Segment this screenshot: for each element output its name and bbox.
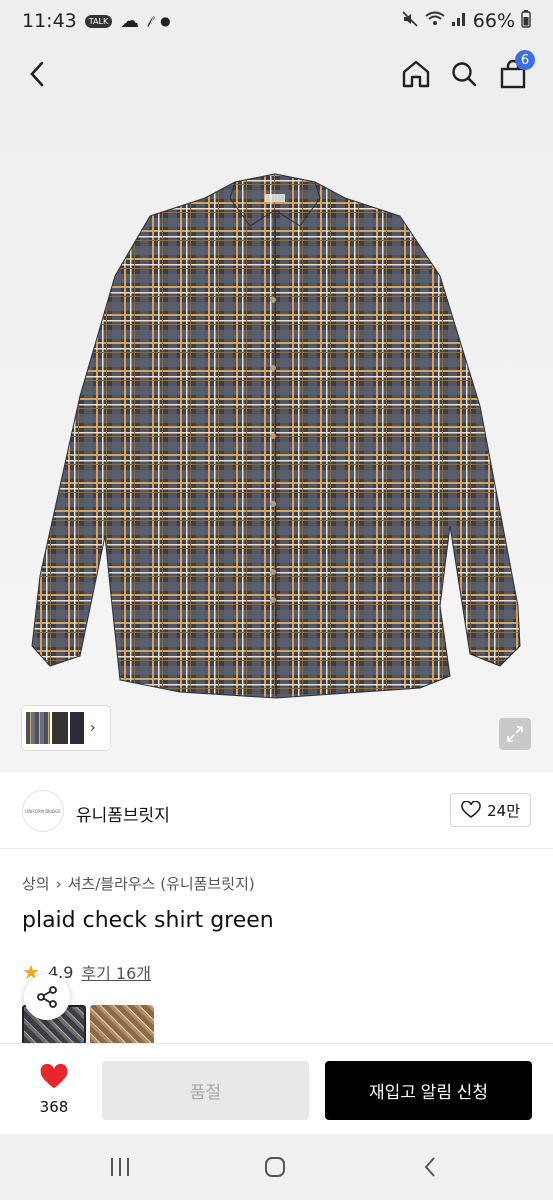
share-button[interactable] — [24, 974, 70, 1020]
cart-count-badge: 6 — [515, 50, 535, 70]
search-button[interactable] — [444, 54, 484, 94]
soldout-button[interactable]: 품절 — [102, 1061, 309, 1120]
home-button[interactable] — [396, 54, 436, 94]
heart-filled-icon — [40, 1063, 68, 1089]
wishlist-count: 368 — [39, 1098, 69, 1116]
back-button[interactable] — [18, 54, 58, 94]
brand-like-count: 24만 — [487, 801, 520, 820]
talk-notification-icon: TALK — [84, 14, 113, 28]
home-nav-button[interactable] — [255, 1152, 295, 1182]
plaid-shirt-image — [31, 173, 521, 699]
chevron-right-icon: › — [55, 874, 62, 893]
brand-like-button[interactable]: 24만 — [450, 793, 531, 827]
recent-apps-button[interactable] — [100, 1152, 140, 1182]
review-link[interactable]: 후기 16개 — [81, 960, 151, 984]
wifi-icon — [425, 10, 445, 32]
share-icon — [37, 986, 57, 1008]
variant-brown[interactable] — [90, 1005, 154, 1045]
brand-logo-text: UNIFORM BRIDGE — [25, 808, 61, 814]
back-nav-icon — [424, 1157, 435, 1177]
expand-icon — [507, 726, 523, 742]
brand-name[interactable]: 유니폼브릿지 — [76, 801, 170, 826]
chevron-left-icon — [30, 61, 44, 87]
status-time: 11:43 — [22, 10, 77, 32]
bottom-action-bar: 368 품절 재입고 알림 신청 — [0, 1043, 553, 1134]
search-icon — [452, 62, 477, 87]
cart-button[interactable]: 6 — [493, 50, 535, 94]
cloud-icon: ☁ — [120, 10, 140, 32]
breadcrumb-item-tops[interactable]: 상의 — [22, 873, 50, 894]
wishlist-button[interactable]: 368 — [28, 1063, 80, 1116]
expand-image-button[interactable] — [499, 718, 531, 750]
product-image-gallery[interactable]: › — [0, 106, 553, 773]
battery-level: 66% — [472, 10, 515, 32]
system-navigation-bar — [0, 1134, 553, 1200]
thumbnail-navy[interactable] — [70, 712, 84, 744]
home-nav-icon — [265, 1157, 285, 1177]
thumbnail-strip[interactable]: › — [22, 706, 110, 750]
status-bar: 11:43 TALK ☁ 𝒻 ● 66% — [0, 0, 553, 42]
heart-outline-icon — [461, 801, 481, 818]
restock-alert-button[interactable]: 재입고 알림 신청 — [325, 1061, 532, 1120]
battery-icon — [521, 9, 531, 33]
back-nav-button[interactable] — [410, 1152, 450, 1182]
breadcrumb-item-shirts[interactable]: 셔츠/블라우스 (유니폼브릿지) — [68, 873, 255, 894]
chevron-right-icon: › — [90, 720, 96, 736]
home-icon — [402, 60, 430, 88]
thumbnail-dark[interactable] — [52, 712, 68, 744]
mute-icon — [401, 10, 419, 33]
app-notification-icon: 𝒻 — [147, 14, 153, 27]
more-dot-icon: ● — [160, 14, 171, 28]
recent-apps-icon — [111, 1158, 129, 1176]
brand-row: UNIFORM BRIDGE 유니폼브릿지 24만 — [0, 773, 553, 849]
signal-icon — [451, 10, 467, 32]
thumbnail-plaid[interactable] — [26, 712, 50, 744]
breadcrumb: 상의 › 셔츠/블라우스 (유니폼브릿지) — [22, 873, 255, 894]
product-title: plaid check shirt green — [22, 908, 274, 933]
brand-logo[interactable]: UNIFORM BRIDGE — [22, 790, 64, 832]
app-header: 6 — [0, 42, 553, 106]
